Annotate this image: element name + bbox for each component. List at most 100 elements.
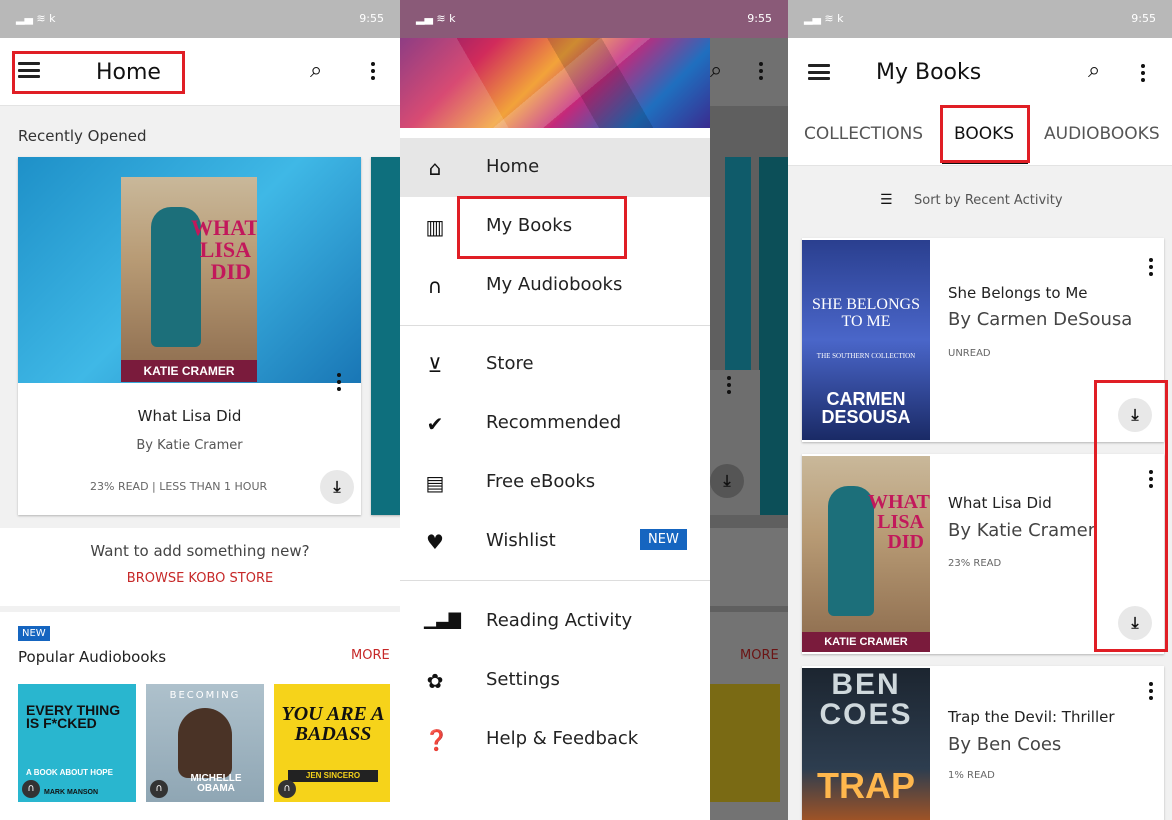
book-status: UNREAD bbox=[948, 348, 991, 359]
book-cover: BEN COES TRAP bbox=[802, 668, 930, 820]
drawer-item-label: Recommended bbox=[486, 412, 622, 433]
tab-audiobooks[interactable]: AUDIOBOOKS bbox=[1044, 124, 1160, 144]
open-book-icon: ▤ bbox=[425, 471, 445, 495]
check-badge-icon: ✔ bbox=[426, 412, 444, 436]
drawer-item-settings[interactable]: ✿ Settings bbox=[400, 651, 710, 710]
download-icon[interactable]: ⤓ bbox=[320, 470, 354, 504]
book-cover: SHE BELONGS TO ME THE SOUTHERN COLLECTIO… bbox=[802, 240, 930, 440]
dimmed-promo bbox=[710, 528, 788, 606]
status-time: 9:55 bbox=[747, 12, 772, 25]
search-icon[interactable]: ⌕ bbox=[1088, 58, 1100, 83]
drawer-item-label: My Audiobooks bbox=[486, 274, 623, 295]
book-author: By Katie Cramer bbox=[136, 438, 243, 453]
drawer-item-label: Settings bbox=[486, 669, 560, 690]
drawer-item-recommended[interactable]: ✔ Recommended bbox=[400, 394, 710, 453]
audiobook-cover-1[interactable]: EVERY THING IS F*CKED A BOOK ABOUT HOPE … bbox=[18, 684, 136, 802]
drawer-item-free-ebooks[interactable]: ▤ Free eBooks bbox=[400, 453, 710, 512]
signal-icon: ▂▄ ≋ k bbox=[416, 12, 456, 25]
drawer-item-label: Store bbox=[486, 353, 534, 374]
home-icon: ⌂ bbox=[428, 156, 442, 180]
drawer-item-help[interactable]: ❓ Help & Feedback bbox=[400, 710, 710, 769]
drawer-item-label: Free eBooks bbox=[486, 471, 596, 492]
home-screen: ▂▄ ≋ k 9:55 Home ⌕ Recently Opened WHAT … bbox=[0, 0, 400, 820]
audiobook-cover-2[interactable]: BECOMING MICHELLE OBAMA ∩ bbox=[146, 684, 264, 802]
sort-label[interactable]: Sort by Recent Activity bbox=[914, 193, 1063, 208]
book-title: What Lisa Did bbox=[948, 494, 1052, 512]
help-icon: ❓ bbox=[424, 728, 449, 752]
search-icon[interactable]: ⌕ bbox=[310, 58, 322, 83]
drawer-item-label: Help & Feedback bbox=[486, 728, 639, 749]
status-bar: ▂▄ ≋ k 9:55 bbox=[788, 0, 1172, 38]
headphones-icon: ∩ bbox=[150, 780, 168, 798]
book-author: By Katie Cramer bbox=[948, 520, 1096, 541]
audiobook-cover-sub: A BOOK ABOUT HOPE bbox=[26, 768, 113, 777]
status-bar: ▂▄ ≋ k 9:55 bbox=[400, 0, 788, 38]
recent-book-card[interactable]: WHAT LISA DID KATIE CRAMER What Lisa Did… bbox=[18, 157, 361, 515]
highlight-box bbox=[457, 196, 627, 259]
audiobook-cover-3[interactable]: YOU ARE A BADASS JEN SINCERO ∩ bbox=[274, 684, 390, 802]
overflow-menu-icon[interactable] bbox=[370, 62, 376, 84]
book-overflow-icon[interactable] bbox=[336, 373, 342, 395]
status-time: 9:55 bbox=[359, 12, 384, 25]
drawer-screen: ▂▄ ≋ k 9:55 ⌕ ⤓ MORE ⌂ Home ▥ My Books ∩… bbox=[400, 0, 788, 820]
library-icon: ▥ bbox=[425, 215, 445, 239]
search-icon: ⌕ bbox=[710, 58, 723, 83]
overflow-menu-icon[interactable] bbox=[1140, 64, 1146, 86]
menu-icon[interactable] bbox=[808, 64, 830, 80]
dimmed-card bbox=[759, 157, 788, 515]
popular-title: Popular Audiobooks bbox=[18, 648, 167, 666]
cover-author: KATIE CRAMER bbox=[121, 360, 257, 382]
audiobook-cover-author: JEN SINCERO bbox=[288, 770, 378, 782]
bar-chart-icon: ▁▃▇ bbox=[424, 610, 461, 629]
cover-title: TRAP bbox=[817, 765, 915, 806]
page-title: My Books bbox=[876, 60, 982, 85]
book-overflow-icon[interactable] bbox=[1148, 682, 1154, 704]
drawer-item-my-audiobooks[interactable]: ∩ My Audiobooks bbox=[400, 256, 710, 315]
promo-text: Want to add something new? bbox=[90, 542, 310, 560]
book-title: What Lisa Did bbox=[137, 407, 242, 425]
sort-icon[interactable]: ☰ bbox=[880, 192, 893, 208]
navigation-drawer: ⌂ Home ▥ My Books ∩ My Audiobooks ⊻ Stor… bbox=[400, 38, 710, 820]
dimmed-popular: MORE bbox=[710, 612, 788, 820]
headphones-icon: ∩ bbox=[427, 274, 443, 298]
audiobook-cover-author: MICHELLE OBAMA bbox=[190, 773, 242, 794]
book-title: Trap the Devil: Thriller bbox=[948, 708, 1115, 726]
drawer-item-home[interactable]: ⌂ Home bbox=[400, 138, 710, 197]
book-row[interactable]: BEN COES TRAP Trap the Devil: Thriller B… bbox=[802, 666, 1164, 820]
status-bar: ▂▄ ≋ k 9:55 bbox=[0, 0, 400, 38]
gear-icon: ✿ bbox=[426, 669, 444, 693]
drawer-item-store[interactable]: ⊻ Store bbox=[400, 335, 710, 394]
dimmed-app-bar: ⌕ bbox=[710, 38, 788, 106]
drawer-item-label: Wishlist bbox=[486, 530, 556, 551]
cover-sub: THE SOUTHERN COLLECTION bbox=[816, 352, 916, 360]
more-link[interactable]: MORE bbox=[351, 648, 390, 663]
dimmed-card-body: ⤓ bbox=[710, 370, 760, 515]
section-title: Recently Opened bbox=[18, 127, 147, 145]
wishlist-new-badge: NEW bbox=[640, 529, 687, 550]
promo-panel: Want to add something new? BROWSE KOBO S… bbox=[0, 528, 400, 606]
download-icon: ⤓ bbox=[710, 464, 744, 498]
more-link: MORE bbox=[740, 648, 779, 663]
book-status: 23% READ bbox=[948, 558, 1002, 569]
cover-author: KATIE CRAMER bbox=[802, 632, 930, 652]
audiobook-cover-title: YOU ARE A BADASS bbox=[281, 703, 385, 745]
book-title: She Belongs to Me bbox=[948, 284, 1088, 302]
drawer-item-reading-activity[interactable]: ▁▃▇ Reading Activity bbox=[400, 592, 710, 651]
audiobook-cover-title: EVERY THING IS F*CKED bbox=[26, 702, 121, 731]
tab-collections[interactable]: COLLECTIONS bbox=[804, 124, 923, 144]
dimmed-cover bbox=[710, 684, 780, 802]
next-book-card[interactable] bbox=[371, 157, 400, 515]
book-progress: 23% READ | LESS THAN 1 HOUR bbox=[90, 480, 268, 493]
signal-icon: ▂▄ ≋ k bbox=[804, 12, 844, 25]
book-cover[interactable]: WHAT LISA DID KATIE CRAMER bbox=[121, 177, 257, 382]
divider bbox=[400, 580, 710, 581]
drawer-item-wishlist[interactable]: ♥ Wishlist NEW bbox=[400, 512, 710, 571]
cart-icon: ⊻ bbox=[427, 353, 443, 377]
my-books-screen: ▂▄ ≋ k 9:55 My Books ⌕ COLLECTIONS BOOKS… bbox=[788, 0, 1172, 820]
highlight-box bbox=[1094, 380, 1168, 652]
book-overflow-icon[interactable] bbox=[1148, 258, 1154, 280]
popular-audiobooks-section: NEW Popular Audiobooks MORE EVERY THING … bbox=[0, 612, 400, 820]
browse-store-link[interactable]: BROWSE KOBO STORE bbox=[0, 571, 400, 586]
highlight-box bbox=[940, 105, 1030, 163]
signal-icon: ▂▄ ≋ k bbox=[16, 12, 56, 25]
